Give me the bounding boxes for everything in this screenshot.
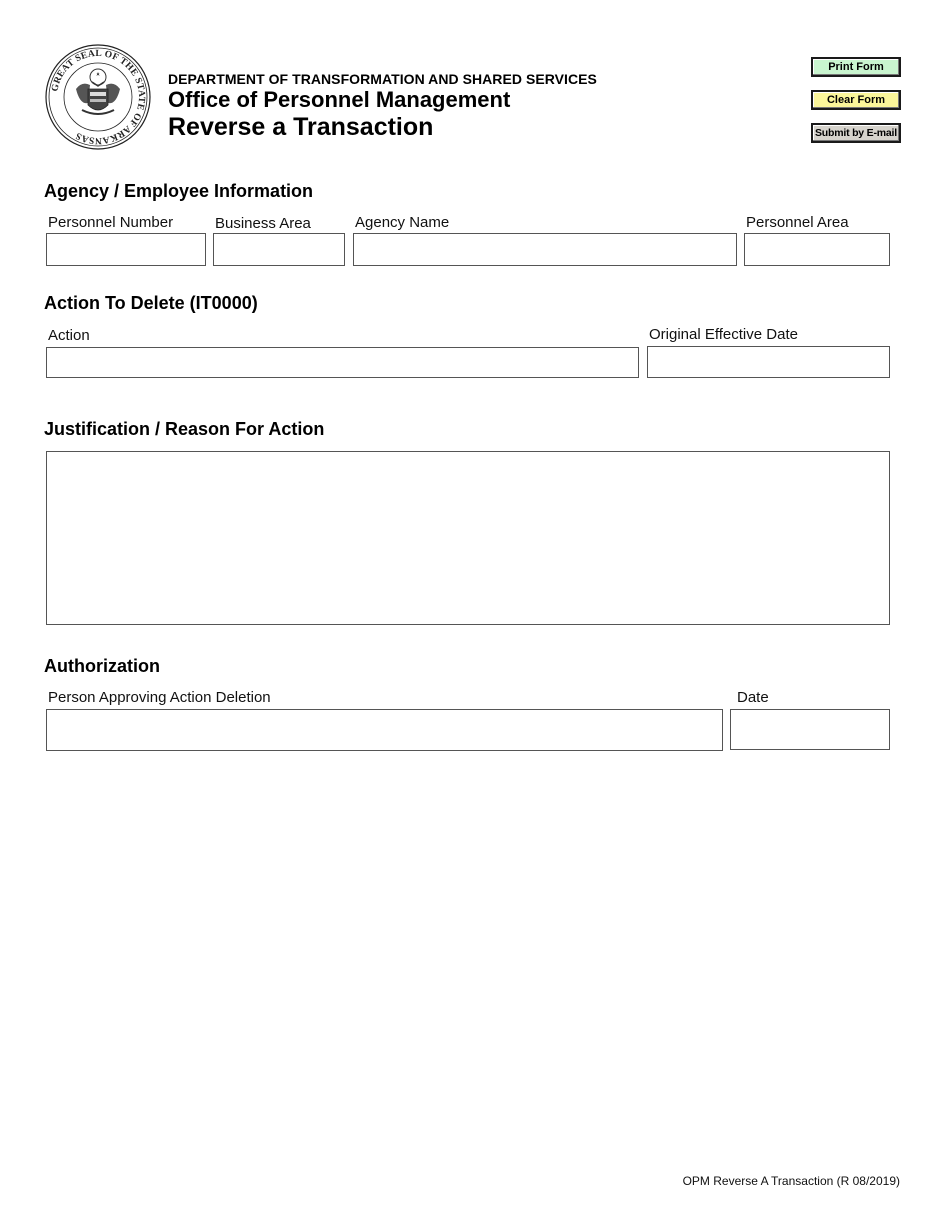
action-input[interactable] — [46, 347, 639, 378]
department-name: DEPARTMENT OF TRANSFORMATION AND SHARED … — [168, 71, 597, 87]
great-seal-icon: GREAT SEAL OF THE STATE OF ARKANSAS — [45, 44, 151, 150]
original-effective-date-label: Original Effective Date — [649, 326, 798, 343]
business-area-input[interactable] — [213, 233, 345, 266]
clear-form-button[interactable]: Clear Form — [811, 90, 901, 110]
section-heading-authorization: Authorization — [44, 656, 160, 676]
original-effective-date-input[interactable] — [647, 346, 890, 378]
action-label: Action — [48, 327, 90, 344]
personnel-area-label: Personnel Area — [746, 214, 849, 231]
business-area-label: Business Area — [215, 215, 311, 232]
form-revision-id: OPM Reverse A Transaction (R 08/2019) — [682, 1174, 900, 1188]
section-heading-action: Action To Delete (IT0000) — [44, 293, 258, 313]
personnel-number-input[interactable] — [46, 233, 206, 266]
personnel-number-label: Personnel Number — [48, 214, 174, 231]
office-name: Office of Personnel Management — [168, 87, 511, 112]
section-heading-agency: Agency / Employee Information — [44, 181, 314, 201]
approver-label: Person Approving Action Deletion — [48, 689, 271, 706]
justification-textarea[interactable] — [46, 451, 890, 625]
submit-by-email-button[interactable]: Submit by E-mail — [811, 123, 901, 143]
agency-name-input[interactable] — [353, 233, 737, 266]
authorization-date-label: Date — [737, 689, 769, 706]
authorization-date-input[interactable] — [730, 709, 890, 750]
personnel-area-input[interactable] — [744, 233, 890, 266]
state-seal-logo: GREAT SEAL OF THE STATE OF ARKANSAS — [44, 44, 152, 150]
section-heading-justification: Justification / Reason For Action — [44, 419, 325, 439]
print-form-button[interactable]: Print Form — [811, 57, 901, 77]
approver-input[interactable] — [46, 709, 723, 751]
page-title: Reverse a Transaction — [168, 113, 434, 141]
agency-name-label: Agency Name — [355, 214, 450, 231]
